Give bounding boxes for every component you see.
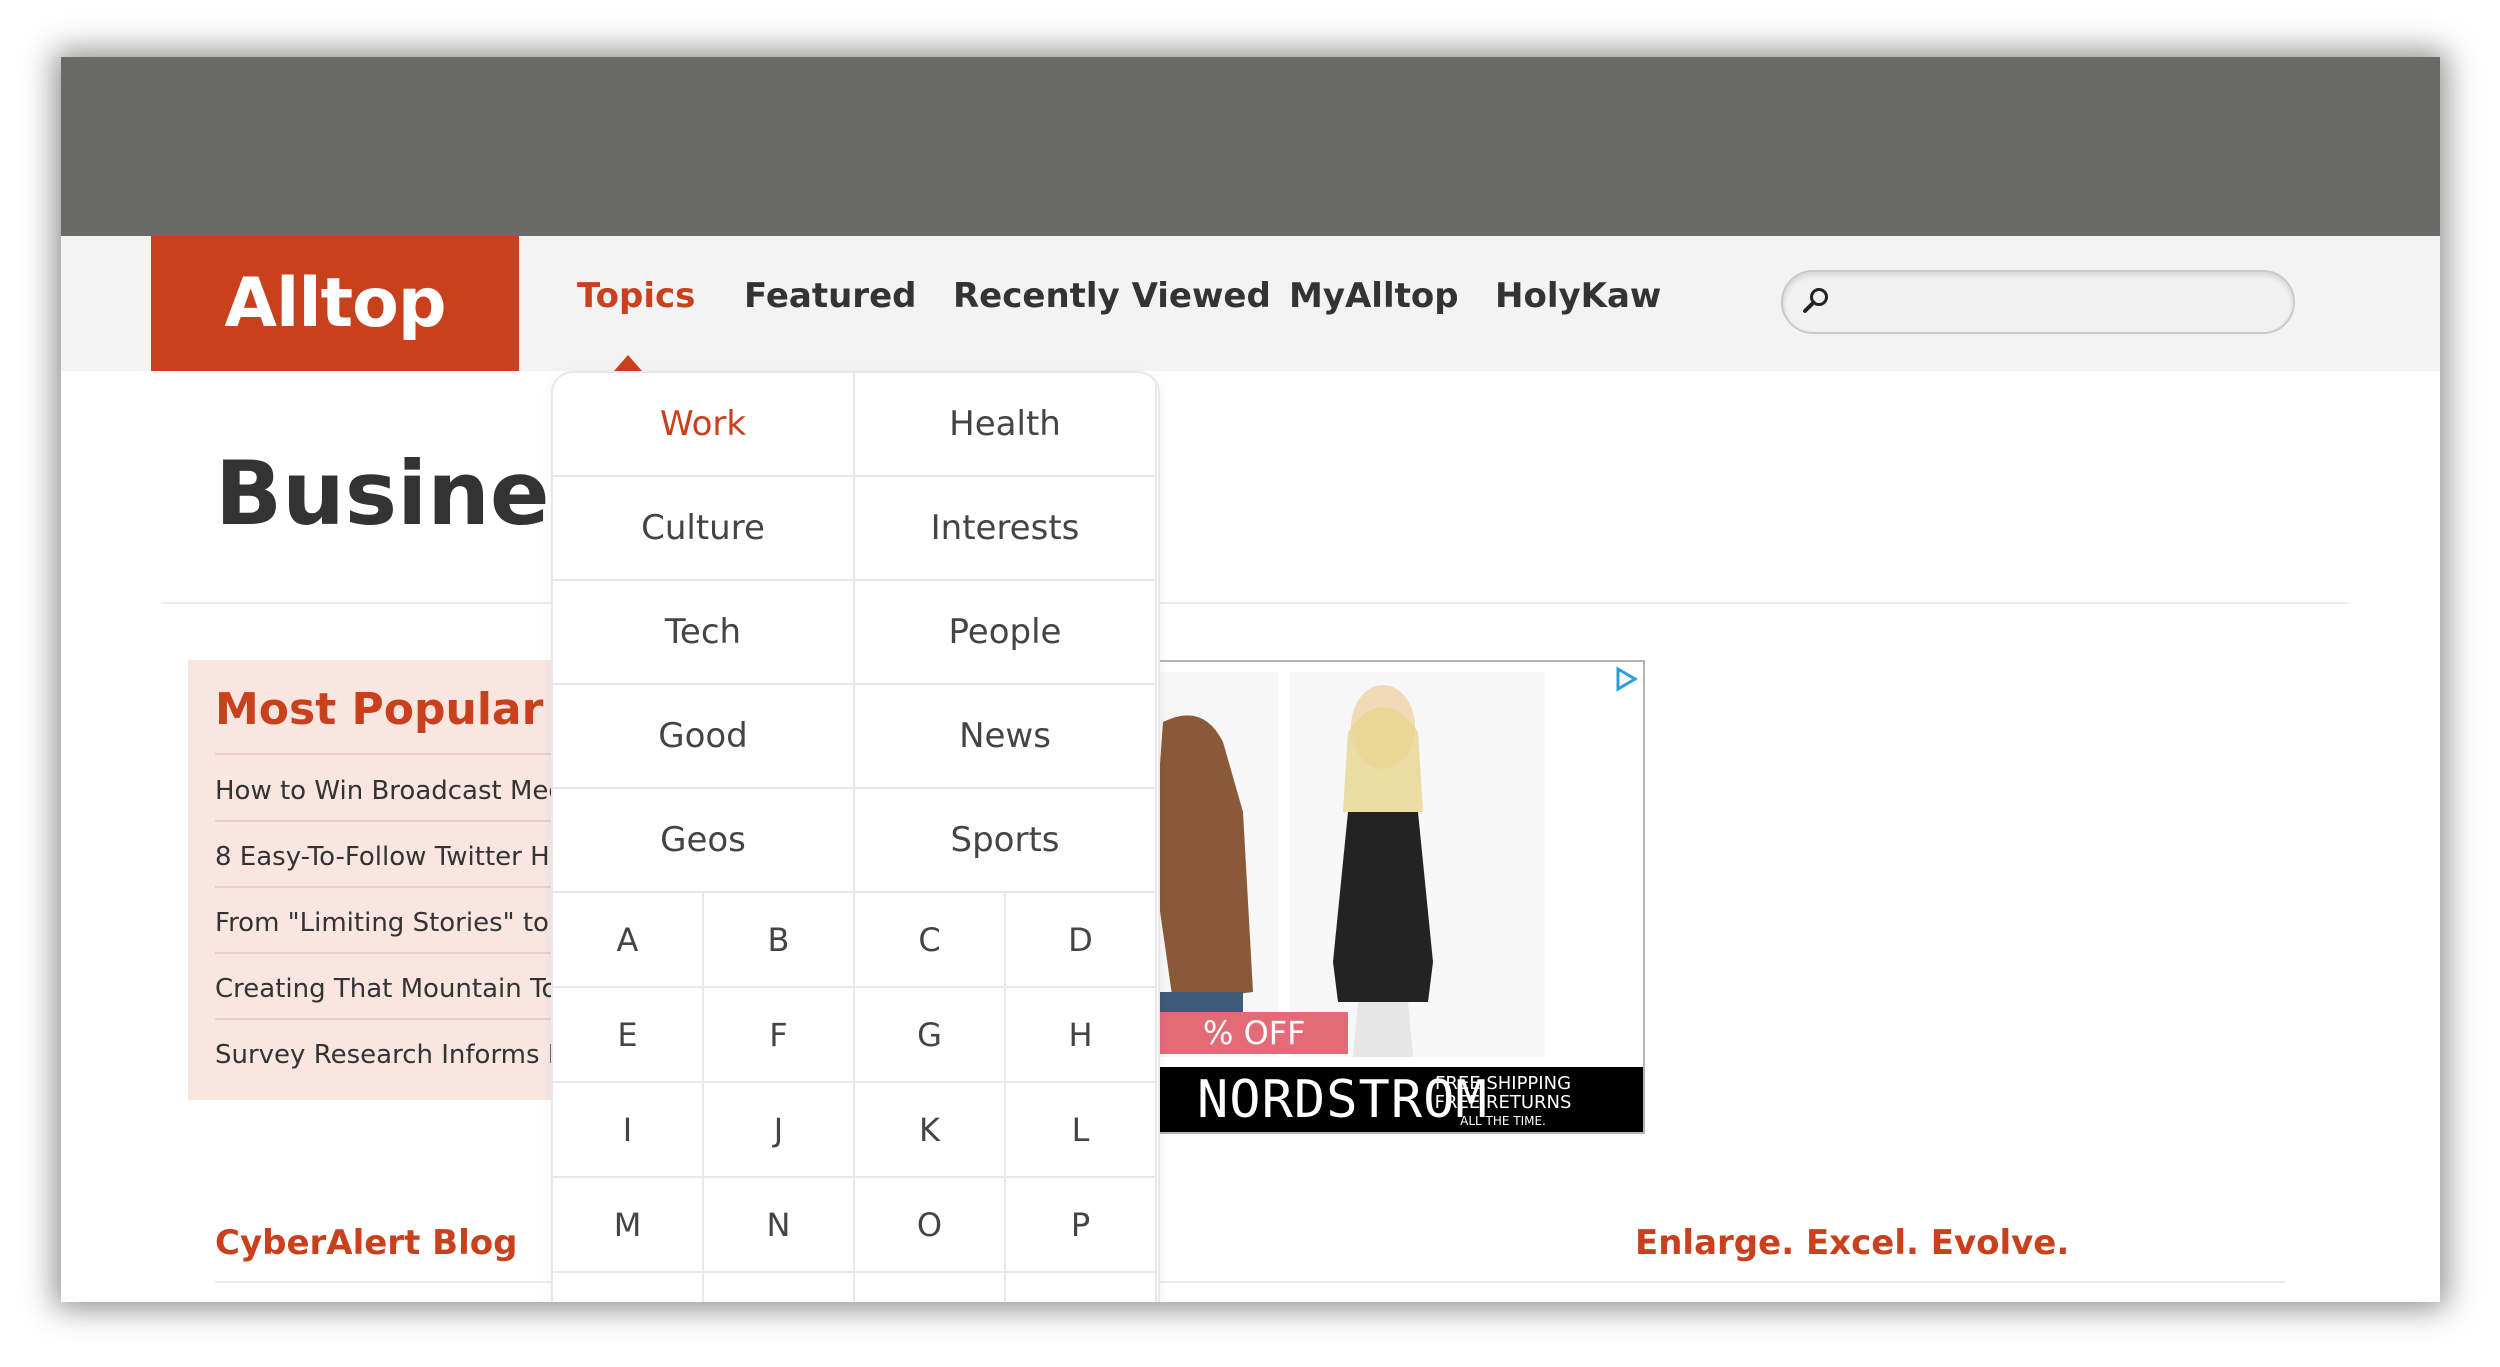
- topic-interests[interactable]: Interests: [855, 477, 1157, 581]
- letter-cell[interactable]: [704, 1273, 855, 1302]
- section-title-cyberalert[interactable]: CyberAlert Blog: [215, 1223, 517, 1263]
- letter-b[interactable]: B: [704, 893, 855, 988]
- dropdown-caret: [614, 355, 642, 371]
- topic-news[interactable]: News: [855, 685, 1157, 789]
- popular-story-link[interactable]: From "Limiting Stories" to "Enabling Sto…: [215, 908, 588, 938]
- divider: [1156, 1281, 1641, 1283]
- ad-shipping-line: FREE SHIPPING: [1434, 1073, 1572, 1094]
- nav-topics[interactable]: Topics: [577, 276, 695, 316]
- letter-cell[interactable]: [553, 1273, 704, 1302]
- divider: [215, 952, 588, 954]
- ad-discount-label: % OFF: [1143, 1012, 1348, 1054]
- nav-recently-viewed[interactable]: Recently Viewed: [953, 276, 1271, 316]
- topic-geos[interactable]: Geos: [553, 789, 855, 893]
- most-popular-box: Most Popular Stories How to Win Broadcas…: [188, 660, 734, 1100]
- nav-myalltop[interactable]: MyAlltop: [1289, 276, 1459, 316]
- letter-m[interactable]: M: [553, 1178, 704, 1273]
- letter-cell[interactable]: [855, 1273, 1006, 1302]
- topic-work[interactable]: Work: [553, 373, 855, 477]
- letter-e[interactable]: E: [553, 988, 704, 1083]
- ad-shipping-text: FREE SHIPPING FREE RETURNS ALL THE TIME.: [1428, 1074, 1578, 1131]
- letter-o[interactable]: O: [855, 1178, 1006, 1273]
- divider: [1635, 1281, 2285, 1283]
- letter-d[interactable]: D: [1006, 893, 1157, 988]
- letter-f[interactable]: F: [704, 988, 855, 1083]
- letter-c[interactable]: C: [855, 893, 1006, 988]
- popular-story-link[interactable]: 8 Easy-To-Follow Twitter Hacks: [215, 842, 588, 872]
- nav-bar: Alltop Topics Featured Recently Viewed M…: [61, 236, 2440, 371]
- letter-cell[interactable]: [1006, 1273, 1157, 1302]
- topic-people[interactable]: People: [855, 581, 1157, 685]
- letter-n[interactable]: N: [704, 1178, 855, 1273]
- letter-h[interactable]: H: [1006, 988, 1157, 1083]
- topic-health[interactable]: Health: [855, 373, 1157, 477]
- alltop-logo[interactable]: Alltop: [151, 236, 519, 371]
- topics-dropdown: Work Health Culture Interests Tech Peopl…: [551, 371, 1160, 1302]
- search-icon: [1803, 288, 1828, 313]
- ad-product-image: [1143, 672, 1545, 1057]
- divider: [215, 1018, 588, 1020]
- letter-k[interactable]: K: [855, 1083, 1006, 1178]
- search-input[interactable]: [1781, 270, 2295, 334]
- browser-window: Alltop Topics Featured Recently Viewed M…: [61, 57, 2440, 1302]
- topic-good[interactable]: Good: [553, 685, 855, 789]
- ad-shipping-line: ALL THE TIME.: [1460, 1114, 1546, 1128]
- topic-sports[interactable]: Sports: [855, 789, 1157, 893]
- advertisement[interactable]: % OFF NORDSTROM FREE SHIPPING FREE RETUR…: [1141, 660, 1645, 1134]
- topic-culture[interactable]: Culture: [553, 477, 855, 581]
- popular-story-link[interactable]: How to Win Broadcast Media: [215, 776, 588, 806]
- letter-i[interactable]: I: [553, 1083, 704, 1178]
- divider: [161, 602, 2349, 604]
- divider: [215, 820, 588, 822]
- nav-featured[interactable]: Featured: [744, 276, 916, 316]
- letter-l[interactable]: L: [1006, 1083, 1157, 1178]
- topic-tech[interactable]: Tech: [553, 581, 855, 685]
- adchoices-icon[interactable]: [1613, 666, 1639, 692]
- letter-j[interactable]: J: [704, 1083, 855, 1178]
- popular-story-link[interactable]: Creating That Mountain Top: [215, 974, 588, 1004]
- ad-shipping-line: FREE RETURNS: [1434, 1092, 1572, 1113]
- nav-holykaw[interactable]: HolyKaw: [1495, 276, 1661, 316]
- popular-story-link[interactable]: Survey Research Informs How: [215, 1040, 588, 1070]
- section-title-enlarge[interactable]: Enlarge. Excel. Evolve.: [1635, 1223, 2069, 1263]
- letter-g[interactable]: G: [855, 988, 1006, 1083]
- letter-p[interactable]: P: [1006, 1178, 1157, 1273]
- divider: [215, 886, 588, 888]
- top-banner: [61, 57, 2440, 236]
- divider: [215, 753, 588, 755]
- letter-a[interactable]: A: [553, 893, 704, 988]
